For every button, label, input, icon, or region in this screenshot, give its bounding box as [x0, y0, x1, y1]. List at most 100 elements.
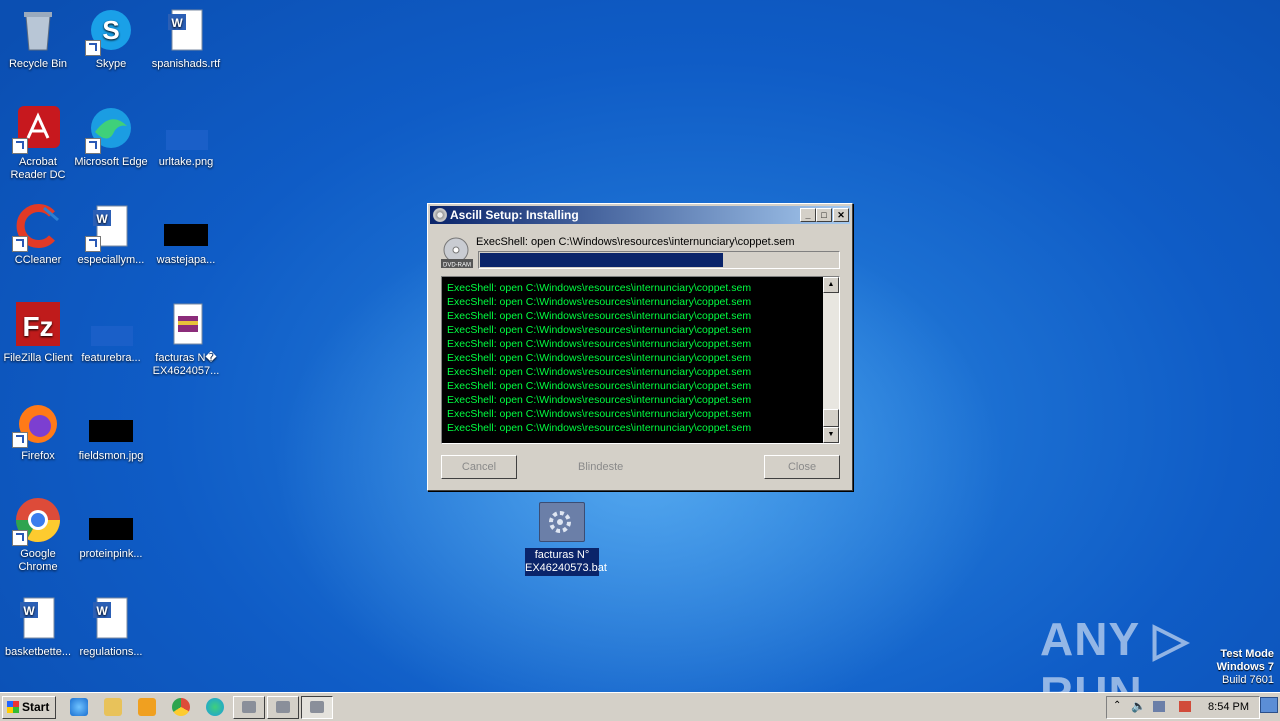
word-document-icon: W [85, 202, 135, 252]
cancel-button[interactable]: Cancel [441, 455, 517, 479]
taskbar-app-button[interactable] [267, 696, 299, 719]
installer-branding: Blindeste [578, 461, 624, 473]
log-lines: ExecShell: open C:\Windows\resources\int… [447, 281, 817, 435]
shortcut-arrow-icon [12, 530, 28, 546]
progress-fill [480, 253, 724, 267]
desktop-icon-wastejapa[interactable]: wastejapa... [148, 202, 224, 267]
log-scrollbar[interactable]: ▲ ▼ [823, 277, 839, 443]
log-line: ExecShell: open C:\Windows\resources\int… [447, 408, 752, 420]
desktop-icon-filezilla[interactable]: Fz FileZilla Client [0, 300, 76, 365]
log-line: ExecShell: open C:\Windows\resources\int… [447, 366, 752, 378]
start-label: Start [22, 700, 50, 714]
desktop-icon-label: facturas N° EX46240573.bat [525, 548, 607, 576]
maximize-button[interactable]: □ [816, 208, 832, 222]
desktop-icon-chrome[interactable]: Google Chrome [0, 496, 76, 574]
desktop-icon-spanishads[interactable]: W spanishads.rtf [148, 6, 224, 71]
close-button[interactable]: Close [764, 455, 840, 479]
svg-text:S: S [102, 15, 119, 45]
desktop-icon-firefox[interactable]: Firefox [0, 398, 76, 463]
word-document-icon: W [14, 594, 62, 642]
close-window-button[interactable]: ✕ [833, 208, 849, 222]
desktop-icon-featurebra[interactable]: featurebra... [73, 300, 149, 365]
svg-text:W: W [171, 16, 183, 30]
shortcut-arrow-icon [85, 40, 101, 56]
svg-text:W: W [96, 604, 108, 618]
desktop-icon-skype[interactable]: S Skype [73, 6, 149, 71]
log-line: ExecShell: open C:\Windows\resources\int… [447, 422, 752, 434]
firefox-icon [12, 398, 62, 448]
image-file-icon [87, 300, 135, 348]
scroll-thumb[interactable] [823, 409, 839, 427]
show-desktop-icon[interactable] [1260, 697, 1278, 713]
image-file-icon [87, 398, 135, 446]
edge-icon [85, 104, 135, 154]
image-file-icon [162, 104, 210, 152]
scroll-down-icon[interactable]: ▼ [823, 427, 839, 443]
svg-text:W: W [23, 604, 35, 618]
desktop-icon-recycle-bin[interactable]: Recycle Bin [0, 6, 76, 71]
log-line: ExecShell: open C:\Windows\resources\int… [447, 310, 752, 322]
windows-flag-icon [7, 701, 19, 713]
clock[interactable]: 8:54 PM [1208, 701, 1249, 713]
image-file-icon [162, 202, 210, 250]
install-log[interactable]: ExecShell: open C:\Windows\resources\int… [441, 276, 840, 444]
desktop-icon-acrobat[interactable]: Acrobat Reader DC [0, 104, 76, 182]
desktop-icon-especiallym[interactable]: W especiallym... [73, 202, 149, 267]
volume-icon[interactable]: 🔈 [1131, 699, 1146, 713]
ccleaner-icon [12, 202, 62, 252]
chrome-taskbar-icon[interactable] [172, 698, 190, 716]
desktop-icon-urltake[interactable]: urltake.png [148, 104, 224, 169]
svg-text:DVD-RAM: DVD-RAM [443, 263, 471, 269]
winrar-archive-icon [162, 300, 210, 348]
image-file-icon [87, 496, 135, 544]
scroll-up-icon[interactable]: ▲ [823, 277, 839, 293]
desktop-icon-basketbette[interactable]: W basketbette... [0, 594, 76, 659]
setup-app-icon [242, 701, 256, 713]
internet-explorer-icon[interactable] [70, 698, 88, 716]
system-tray: ⌃ 🔈 8:54 PM [1106, 696, 1260, 719]
media-player-icon[interactable] [138, 698, 156, 716]
desktop-icon-edge[interactable]: Microsoft Edge [73, 104, 149, 169]
word-document-icon: W [87, 594, 135, 642]
setup-installer-window[interactable]: Ascill Setup: Installing _ □ ✕ DVD-RAM E… [427, 203, 853, 491]
desktop-icon-proteinpink[interactable]: proteinpink... [73, 496, 149, 561]
window-title-bar[interactable]: Ascill Setup: Installing _ □ ✕ [430, 206, 850, 224]
svg-text:W: W [96, 212, 108, 226]
log-line: ExecShell: open C:\Windows\resources\int… [447, 394, 752, 406]
setup-app-icon [310, 701, 324, 713]
install-status-text: ExecShell: open C:\Windows\resources\int… [476, 236, 795, 248]
os-name-line: Windows 7 [1216, 661, 1274, 673]
window-title: Ascill Setup: Installing [450, 208, 579, 222]
word-document-icon: W [162, 6, 210, 54]
log-line: ExecShell: open C:\Windows\resources\int… [447, 380, 752, 392]
action-center-icon[interactable] [1179, 701, 1191, 712]
minimize-button[interactable]: _ [800, 208, 816, 222]
test-mode-line: Test Mode [1220, 648, 1274, 660]
file-explorer-icon[interactable] [104, 698, 122, 716]
log-line: ExecShell: open C:\Windows\resources\int… [447, 282, 752, 294]
taskbar: Start ⌃ 🔈 8:54 PM [0, 692, 1280, 721]
log-line: ExecShell: open C:\Windows\resources\int… [447, 352, 752, 364]
start-button[interactable]: Start [2, 696, 56, 719]
acrobat-icon [12, 104, 62, 154]
shortcut-arrow-icon [85, 138, 101, 154]
desktop-icon-fieldsmon[interactable]: fieldsmon.jpg [73, 398, 149, 463]
desktop-icon-facturas-archive[interactable]: facturas N� EX4624057... [148, 300, 224, 378]
taskbar-app-button-active[interactable] [301, 696, 333, 719]
install-progress-bar [478, 251, 840, 269]
skype-icon: S [85, 6, 135, 56]
shortcut-arrow-icon [12, 138, 28, 154]
log-line: ExecShell: open C:\Windows\resources\int… [447, 324, 752, 336]
taskbar-app-button[interactable] [233, 696, 265, 719]
shortcut-arrow-icon [12, 236, 28, 252]
log-line: ExecShell: open C:\Windows\resources\int… [447, 338, 752, 350]
test-mode-notice: Test Mode Windows 7 Build 7601 [1217, 648, 1274, 687]
desktop-icon-regulations[interactable]: W regulations... [73, 594, 149, 659]
desktop-icon-facturas-bat[interactable]: facturas N° EX46240573.bat [525, 500, 607, 576]
network-icon[interactable] [1153, 701, 1165, 712]
edge-taskbar-icon[interactable] [206, 698, 224, 716]
svg-text:Fz: Fz [22, 311, 53, 342]
desktop-icon-ccleaner[interactable]: CCleaner [0, 202, 76, 267]
show-hidden-icons-icon[interactable]: ⌃ [1113, 700, 1121, 711]
chrome-icon [12, 496, 62, 546]
